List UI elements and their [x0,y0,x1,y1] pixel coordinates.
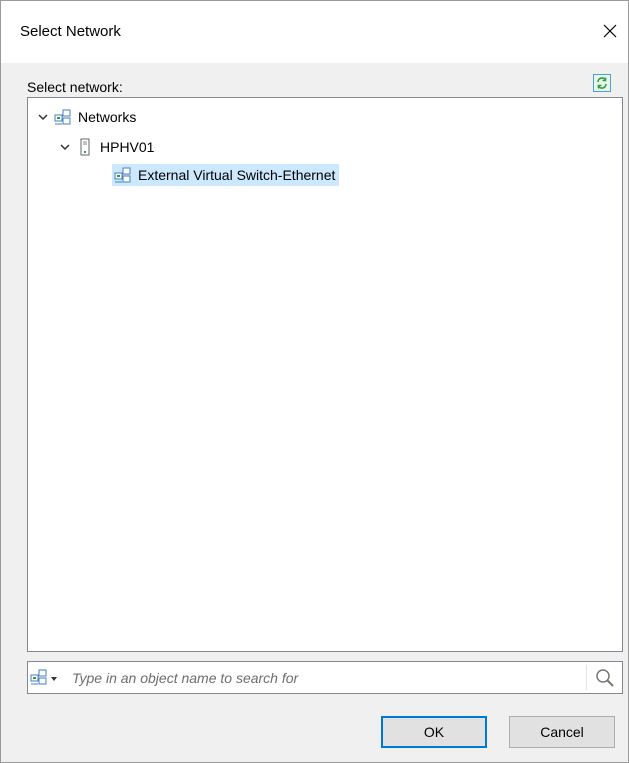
cancel-button[interactable]: Cancel [509,716,615,748]
tree-item-external-virtual-switch[interactable]: External Virtual Switch-Ethernet [112,164,340,186]
network-icon [114,166,132,184]
selected-highlight[interactable]: External Virtual Switch-Ethernet [112,164,340,186]
search-input[interactable] [72,666,572,689]
chevron-down-icon[interactable] [36,110,50,124]
title-bar: Select Network [1,1,628,63]
dialog-title: Select Network [20,23,121,40]
tree-item-label: External Virtual Switch-Ethernet [138,167,336,183]
tree-item-label: Networks [78,109,137,125]
server-icon [76,138,94,156]
close-button[interactable] [592,11,628,51]
network-tree[interactable]: Networks HPHV01 External Virtual Switch-… [27,97,623,652]
object-type-dropdown[interactable] [30,668,68,688]
dialog-content: Select network: Networks HPHV01 External… [1,63,628,762]
search-button[interactable] [593,667,617,691]
ok-button[interactable]: OK [381,716,487,748]
tree-item-networks[interactable]: Networks [36,106,136,128]
refresh-button[interactable] [592,73,612,95]
tree-item-label: HPHV01 [100,139,155,155]
dropdown-arrow-icon [50,670,58,686]
close-icon [603,24,617,38]
tree-item-hphv01[interactable]: HPHV01 [58,136,154,158]
network-icon [54,108,72,126]
search-icon [595,668,615,691]
search-bar [27,661,623,694]
select-network-label: Select network: [27,79,123,95]
chevron-down-icon[interactable] [58,140,72,154]
refresh-icon [593,73,611,95]
network-icon [30,668,48,689]
select-network-dialog: Select Network Select network: Networks … [0,0,629,763]
search-divider [586,665,587,690]
